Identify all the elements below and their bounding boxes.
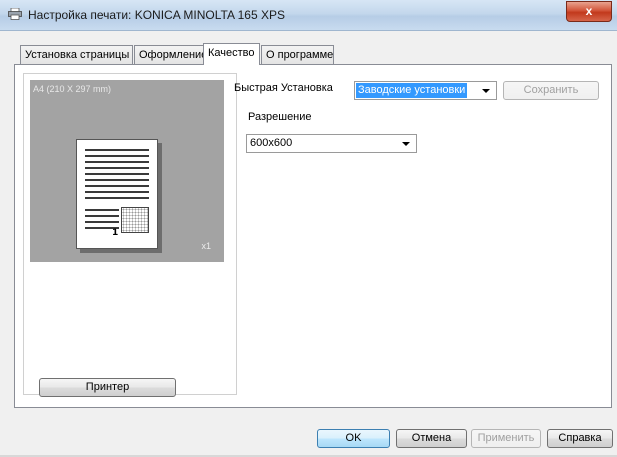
resolution-value: 600x600 <box>250 137 293 149</box>
chevron-down-icon <box>482 89 490 93</box>
text-line <box>85 149 149 151</box>
text-line <box>85 215 119 217</box>
text-line <box>85 221 119 223</box>
close-icon: x <box>585 4 593 18</box>
ok-button[interactable]: OK <box>317 429 390 448</box>
tab-label: О программе <box>266 49 334 61</box>
stamp-icon <box>121 207 149 233</box>
text-line <box>85 167 149 169</box>
quick-setup-value: Заводские установки <box>356 83 468 98</box>
help-button-label: Справка <box>558 432 602 444</box>
chevron-down-icon <box>402 142 410 146</box>
page-thumbnail: 1 <box>76 139 158 249</box>
text-line <box>85 161 149 163</box>
title-bar[interactable]: Настройка печати: KONICA MINOLTA 165 XPS… <box>0 0 617 31</box>
printer-button[interactable]: Принтер <box>39 378 176 397</box>
close-button[interactable]: x <box>566 1 612 22</box>
page-preview: A4 (210 X 297 mm) 1 x1 <box>30 80 224 262</box>
text-line <box>85 179 149 181</box>
text-line <box>85 197 149 199</box>
tab-label: Оформление <box>139 49 208 61</box>
tab-panel-quality: A4 (210 X 297 mm) 1 x1 Принтер Быстрая У… <box>14 64 612 408</box>
resolution-select[interactable]: 600x600 <box>246 134 417 153</box>
cancel-button[interactable]: Отмена <box>396 429 467 448</box>
stamp-number: 1 <box>112 228 119 238</box>
text-line <box>85 209 119 211</box>
text-line <box>85 155 149 157</box>
ok-button-label: OK <box>345 432 362 444</box>
tab-label: Качество <box>208 47 255 59</box>
tab-about[interactable]: О программе <box>261 45 334 64</box>
quick-setup-label: Быстрая Установка <box>234 82 333 94</box>
resolution-label: Разрешение <box>248 111 312 123</box>
print-settings-dialog: Настройка печати: KONICA MINOLTA 165 XPS… <box>0 0 617 457</box>
cancel-button-label: Отмена <box>411 432 452 444</box>
window-title: Настройка печати: KONICA MINOLTA 165 XPS <box>28 8 285 22</box>
help-button[interactable]: Справка <box>547 429 613 448</box>
tab-layout[interactable]: Оформление <box>134 45 208 64</box>
quick-setup-select[interactable]: Заводские установки <box>354 81 497 100</box>
paper-size-label: A4 (210 X 297 mm) <box>33 84 112 94</box>
save-button[interactable]: Сохранить <box>503 81 599 100</box>
tab-quality[interactable]: Качество <box>203 43 260 65</box>
printer-button-label: Принтер <box>85 381 130 393</box>
apply-button[interactable]: Применить <box>471 429 541 448</box>
save-button-label: Сохранить <box>523 84 579 96</box>
tab-page-setup[interactable]: Установка страницы <box>20 45 133 64</box>
tab-label: Установка страницы <box>25 49 130 61</box>
copies-label: x1 <box>201 241 211 251</box>
apply-button-label: Применить <box>477 432 535 444</box>
text-line <box>85 173 149 175</box>
preview-pane: A4 (210 X 297 mm) 1 x1 Принтер <box>23 73 237 397</box>
printer-icon <box>8 8 22 20</box>
text-line <box>85 185 149 187</box>
text-line <box>85 191 149 193</box>
